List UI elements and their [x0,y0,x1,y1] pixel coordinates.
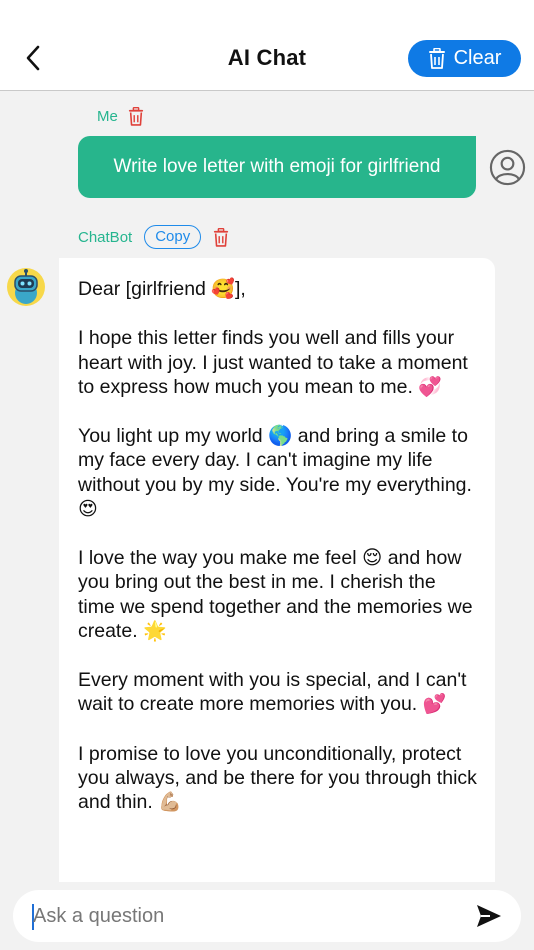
user-message-text: Write love letter with emoji for girlfri… [113,156,441,177]
delete-user-message-button[interactable] [128,107,144,126]
bot-paragraph: I love the way you make me feel 😌 and ho… [78,547,473,642]
revolving-hearts-emoji: 💞 [418,376,442,398]
bot-message-meta: ChatBot Copy [78,225,229,249]
bot-paragraph: Every moment with you is special, and I … [78,669,467,716]
user-message-bubble[interactable]: Write love letter with emoji for girlfri… [78,136,476,198]
clear-button[interactable]: Clear [408,40,521,77]
bot-paragraph: I hope this letter finds you well and fi… [78,327,468,398]
composer-bar [13,890,521,942]
bot-paragraph: You light up my world 🌎 and bring a smil… [78,425,472,520]
header-bar: AI Chat Clear [0,0,534,91]
user-sender-name: Me [97,108,118,125]
trash-icon [128,107,143,126]
delete-bot-message-button[interactable] [213,227,229,247]
chat-screen: AI Chat Clear Me Write love letter with … [0,0,534,950]
flexed-biceps-emoji: 💪🏼 [158,792,182,814]
bot-paragraph: Dear [girlfriend 🥰], [78,278,246,300]
chatbot-avatar-icon [7,268,45,306]
question-input[interactable] [33,890,453,942]
two-hearts-emoji: 💕 [422,694,447,716]
smiling-hearts-emoji: 🥰 [211,279,235,300]
clear-label: Clear [453,47,502,69]
heart-eyes-emoji: 😍 [78,498,98,520]
copy-button[interactable]: Copy [144,225,202,249]
bot-sender-name: ChatBot [78,228,133,246]
user-message-meta: Me [97,107,144,126]
trash-icon [428,48,445,69]
glowing-star-emoji: 🌟 [143,620,167,642]
trash-icon [214,227,229,247]
send-button[interactable] [475,903,503,929]
send-icon [477,905,501,927]
user-avatar-icon [489,149,526,186]
bot-paragraph: I promise to love you unconditionally, p… [78,742,477,814]
bot-message-bubble[interactable]: Dear [girlfriend 🥰], I hope this letter … [59,258,495,882]
message-list[interactable]: Me Write love letter with emoji for girl… [0,92,534,882]
